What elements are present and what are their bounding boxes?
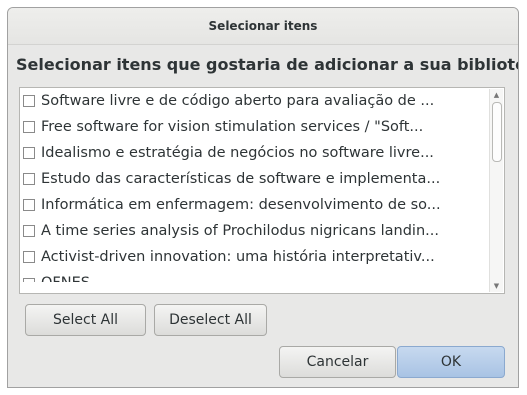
- list-item[interactable]: Estudo das características de software e…: [20, 166, 488, 192]
- item-checkbox[interactable]: [23, 251, 35, 263]
- item-label: Informática em enfermagem: desenvolvimen…: [41, 197, 441, 213]
- select-all-button[interactable]: Select All: [25, 304, 146, 336]
- list-item[interactable]: OFNES ...: [20, 270, 488, 282]
- list-scrollbar[interactable]: ▲ ▼: [489, 89, 503, 292]
- cancel-button[interactable]: Cancelar: [279, 346, 396, 378]
- item-checkbox[interactable]: [23, 173, 35, 185]
- arrow-up-icon[interactable]: ▲: [490, 89, 503, 101]
- item-label: A time series analysis of Prochilodus ni…: [41, 223, 439, 239]
- item-checkbox[interactable]: [23, 147, 35, 159]
- item-checkbox[interactable]: [23, 199, 35, 211]
- item-checkbox[interactable]: [23, 121, 35, 133]
- item-label: Software livre e de código aberto para a…: [41, 93, 435, 109]
- list-item[interactable]: Informática em enfermagem: desenvolvimen…: [20, 192, 488, 218]
- item-checkbox[interactable]: [23, 95, 35, 107]
- arrow-down-icon[interactable]: ▼: [490, 280, 503, 292]
- items-rows: Software livre e de código aberto para a…: [20, 88, 488, 282]
- items-list[interactable]: Software livre e de código aberto para a…: [19, 87, 505, 294]
- item-checkbox[interactable]: [23, 278, 35, 282]
- list-item[interactable]: A time series analysis of Prochilodus ni…: [20, 218, 488, 244]
- item-label: Activist-driven innovation: uma história…: [41, 249, 435, 265]
- list-item[interactable]: Activist-driven innovation: uma história…: [20, 244, 488, 270]
- list-item[interactable]: Software livre e de código aberto para a…: [20, 88, 488, 114]
- item-checkbox[interactable]: [23, 225, 35, 237]
- item-label: Idealismo e estratégia de negócios no so…: [41, 145, 434, 161]
- dialog-heading: Selecionar itens que gostaria de adicion…: [16, 55, 519, 74]
- item-label: OFNES ...: [41, 270, 108, 282]
- scrollbar-thumb[interactable]: [492, 102, 502, 162]
- select-items-dialog: Selecionar itens Selecionar itens que go…: [7, 7, 519, 388]
- list-item[interactable]: Idealismo e estratégia de negócios no so…: [20, 140, 488, 166]
- dialog-title: Selecionar itens: [8, 8, 518, 45]
- list-item[interactable]: Free software for vision stimulation ser…: [20, 114, 488, 140]
- item-label: Free software for vision stimulation ser…: [41, 119, 424, 135]
- item-label: Estudo das características de software e…: [41, 171, 441, 187]
- deselect-all-button[interactable]: Deselect All: [154, 304, 267, 336]
- ok-button[interactable]: OK: [397, 346, 505, 378]
